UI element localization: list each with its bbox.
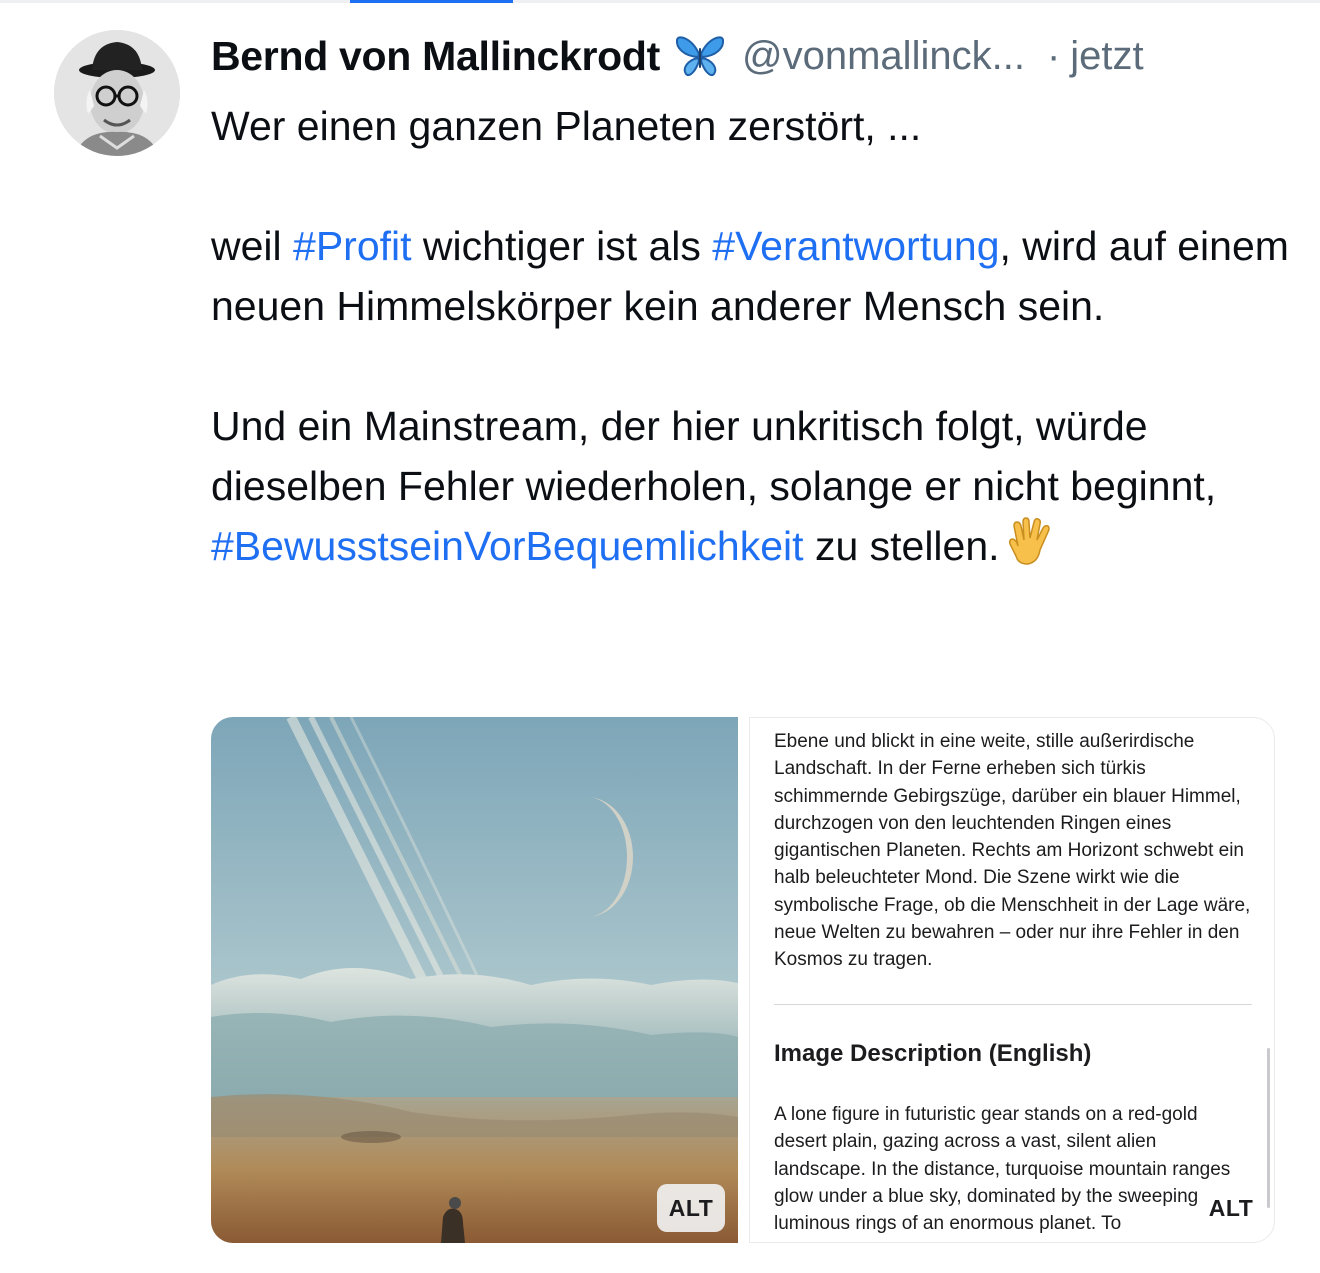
hashtag-verantwortung-link[interactable]: #Verantwortung <box>712 223 999 269</box>
vulcan-salute-icon <box>1004 516 1056 568</box>
text-segment: Und ein Mainstream, der hier unkritisch … <box>211 403 1217 509</box>
media-gallery: ALT Ebene und blickt in eine weite, stil… <box>211 717 1275 1243</box>
post-timestamp[interactable]: jetzt <box>1070 34 1143 79</box>
description-german-text: Ebene und blickt in eine weite, stille a… <box>774 731 1251 971</box>
divider <box>774 1004 1252 1005</box>
post-paragraph-3: Und ein Mainstream, der hier unkritisch … <box>211 396 1291 576</box>
description-heading-english: Image Description (English) <box>774 1040 1092 1067</box>
post-paragraph-1: Wer einen ganzen Planeten zerstört, ... <box>211 103 922 149</box>
post-text: Wer einen ganzen Planeten zerstört, ... … <box>211 96 1291 576</box>
planet-landscape-image[interactable] <box>211 717 738 1243</box>
scrollbar <box>1267 1048 1270 1208</box>
avatar[interactable] <box>54 30 180 156</box>
text-segment: wichtiger ist als <box>411 223 713 269</box>
post-paragraph-2: weil #Profit wichtiger ist als #Verantwo… <box>211 216 1291 336</box>
alt-text-button-left[interactable]: ALT <box>657 1184 725 1232</box>
separator-dot: · <box>1046 33 1061 78</box>
author-handle[interactable]: @vonmallinck... <box>742 34 1025 79</box>
author-display-name[interactable]: Bernd von Mallinckrodt <box>211 33 660 80</box>
alt-description-image[interactable]: Ebene und blickt in eine weite, stille a… <box>749 717 1275 1243</box>
post-header: Bernd von Mallinckrodt @vonmallinck... ·… <box>211 28 1291 84</box>
description-german: Ebene und blickt in eine weite, stille a… <box>774 718 1254 974</box>
hashtag-profit-link[interactable]: #Profit <box>293 223 412 269</box>
butterfly-icon <box>674 34 726 78</box>
text-segment: weil <box>211 223 294 269</box>
description-english: A lone figure in futuristic gear stands … <box>774 1104 1231 1235</box>
post[interactable]: Bernd von Mallinckrodt @vonmallinck... ·… <box>0 0 1320 1273</box>
text-segment: zu stellen. <box>803 523 1000 569</box>
hashtag-bewusstsein-link[interactable]: #BewusstseinVorBequemlichkeit <box>211 523 804 569</box>
alt-text-button-right[interactable]: ALT <box>1197 1184 1265 1232</box>
avatar-image <box>54 30 180 156</box>
